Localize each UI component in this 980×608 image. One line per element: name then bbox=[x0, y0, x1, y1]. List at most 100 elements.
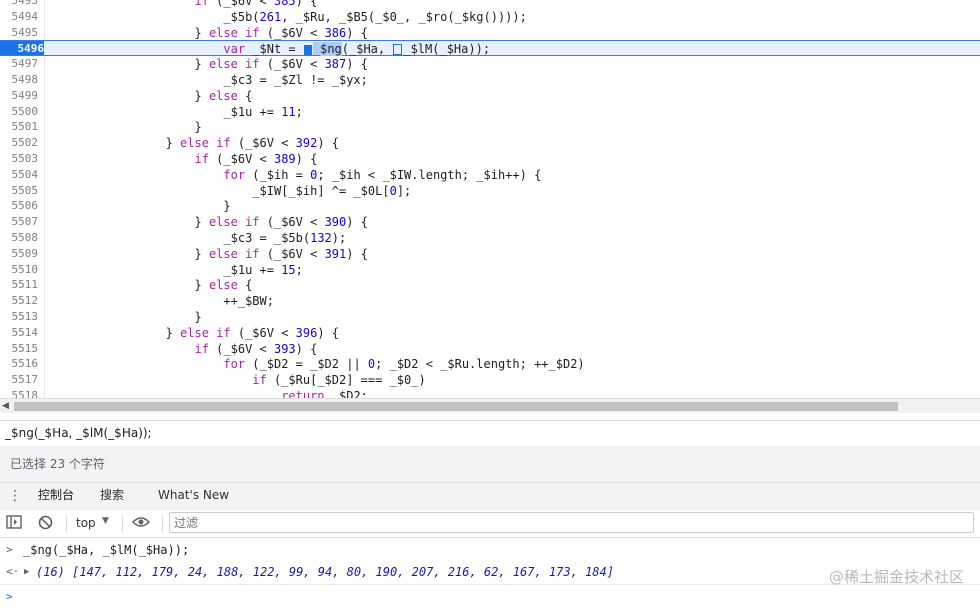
line-number[interactable]: 5510 bbox=[0, 262, 39, 278]
chevron-down-icon[interactable]: ▼ bbox=[102, 516, 109, 526]
scrollbar-thumb[interactable] bbox=[14, 402, 898, 411]
expand-triangle-icon[interactable]: ▶ bbox=[24, 561, 29, 583]
return-arrow-icon: <· bbox=[6, 565, 20, 578]
code-line[interactable]: 5513 } bbox=[0, 309, 980, 325]
code-line[interactable]: 5515 if (_$6V < 393) { bbox=[0, 340, 980, 357]
code-line[interactable]: 5508 _$c3 = _$5b(132); bbox=[0, 230, 980, 246]
code-text: } bbox=[50, 198, 230, 214]
line-number[interactable]: 5512 bbox=[0, 293, 39, 309]
code-token: } bbox=[194, 25, 209, 40]
line-number[interactable]: 5505 bbox=[0, 183, 39, 199]
line-number[interactable]: 5516 bbox=[0, 356, 39, 372]
line-number[interactable]: 5503 bbox=[0, 151, 39, 167]
code-line[interactable]: 5506 } bbox=[0, 198, 980, 215]
code-token: ]; bbox=[396, 183, 412, 198]
current-execution-line[interactable]: 5496 var _$Nt = _$ng(_$Ha, _$lM(_$Ha)); bbox=[0, 40, 980, 57]
code-line[interactable]: 5516 for (_$D2 = _$D2 || 0; _$D2 < _$Ru.… bbox=[0, 356, 980, 373]
code-line[interactable]: 5517 if (_$Ru[_$D2] === _$0_) bbox=[0, 372, 980, 389]
line-number[interactable]: 5511 bbox=[0, 277, 39, 293]
line-number[interactable]: 5498 bbox=[0, 72, 39, 88]
code-text: if (_$6V < 393) { bbox=[50, 341, 318, 357]
line-number[interactable]: 5500 bbox=[0, 104, 39, 120]
scroll-left-icon[interactable]: ◀ bbox=[2, 401, 9, 411]
filter-input[interactable]: 过滤 bbox=[169, 512, 974, 533]
line-number[interactable]: 5515 bbox=[0, 341, 39, 357]
tab-console[interactable]: 控制台 bbox=[38, 483, 75, 512]
code-token: ; bbox=[295, 262, 303, 277]
sidebar-toggle-icon[interactable] bbox=[6, 515, 22, 533]
clear-console-icon[interactable] bbox=[38, 515, 53, 534]
code-token: (_$6V < bbox=[259, 25, 325, 40]
code-text: } else if (_$6V < 391) { bbox=[50, 246, 368, 262]
line-number[interactable]: 5495 bbox=[0, 25, 39, 41]
line-number[interactable]: 5504 bbox=[0, 167, 39, 183]
keyword: for bbox=[223, 357, 246, 372]
code-line[interactable]: 5503 if (_$6V < 389) { bbox=[0, 151, 980, 167]
line-number[interactable]: 5507 bbox=[0, 214, 39, 230]
line-number[interactable]: 5514 bbox=[0, 325, 39, 341]
line-number[interactable]: 5506 bbox=[0, 198, 39, 214]
line-number[interactable]: 5497 bbox=[0, 56, 39, 72]
line-number[interactable]: 5501 bbox=[0, 119, 39, 135]
gutter-divider bbox=[44, 72, 45, 88]
code-token: (_$6V < bbox=[259, 246, 325, 261]
code-line[interactable]: 5499 } else { bbox=[0, 87, 980, 104]
code-line[interactable]: 5493 if (_$6V < 385) { bbox=[0, 0, 980, 9]
line-number[interactable]: 5494 bbox=[0, 9, 39, 25]
code-line[interactable]: 5514 } else if (_$6V < 396) { bbox=[0, 324, 980, 341]
horizontal-scrollbar[interactable]: ◀ bbox=[0, 398, 980, 413]
code-token: } bbox=[194, 120, 202, 135]
number-literal: 387 bbox=[324, 57, 347, 72]
more-vertical-icon[interactable]: ⋮ bbox=[8, 487, 22, 505]
line-number[interactable]: 5509 bbox=[0, 246, 39, 262]
inline-breakpoint-outline-icon[interactable] bbox=[393, 44, 403, 56]
code-token: ++_$BW; bbox=[223, 294, 274, 309]
line-number[interactable]: 5518 bbox=[0, 388, 39, 398]
code-line[interactable]: 5500 _$1u += 11; bbox=[0, 103, 980, 120]
line-number[interactable]: 5513 bbox=[0, 309, 39, 325]
code-line[interactable]: 5501 } bbox=[0, 119, 980, 136]
number-literal: 396 bbox=[295, 325, 318, 340]
number-literal: 0 bbox=[389, 183, 397, 198]
selected-text: _$ng bbox=[312, 42, 342, 57]
code-line[interactable]: 5494 _$5b(261, _$Ru, _$B5(_$0_, _$ro(_$k… bbox=[0, 8, 980, 25]
source-editor[interactable]: 5493 if (_$6V < 385) {5494 _$5b(261, _$R… bbox=[0, 0, 980, 398]
gutter-divider bbox=[44, 119, 45, 136]
code-line[interactable]: 5497 } else if (_$6V < 387) { bbox=[0, 56, 980, 73]
code-line[interactable]: 5518 return _$D2; bbox=[0, 388, 980, 398]
keyword: if bbox=[194, 0, 209, 8]
live-expression-icon[interactable] bbox=[131, 515, 151, 533]
line-number[interactable]: 5517 bbox=[0, 372, 39, 388]
gutter-divider bbox=[44, 309, 45, 325]
context-selector[interactable]: top bbox=[76, 515, 96, 532]
code-line[interactable]: 5509 } else if (_$6V < 391) { bbox=[0, 245, 980, 262]
code-line[interactable]: 5512 ++_$BW; bbox=[0, 293, 980, 310]
code-token: } bbox=[194, 57, 209, 72]
line-number[interactable]: 5496 bbox=[0, 41, 44, 56]
code-line[interactable]: 5510 _$1u += 15; bbox=[0, 261, 980, 278]
tab-whats-new[interactable]: What's New bbox=[158, 483, 229, 510]
code-token: _$IW[_$ih] ^= _$0L[ bbox=[252, 183, 390, 198]
keyword: return bbox=[281, 389, 325, 398]
code-line[interactable]: 5495 } else if (_$6V < 386) { bbox=[0, 24, 980, 41]
number-literal: 385 bbox=[273, 0, 296, 8]
console-prompt-line[interactable]: > bbox=[0, 586, 980, 608]
keyword: else if bbox=[208, 25, 260, 40]
code-line[interactable]: 5511 } else { bbox=[0, 277, 980, 294]
code-text: } else if (_$6V < 386) { bbox=[50, 25, 368, 41]
line-number[interactable]: 5493 bbox=[0, 0, 39, 9]
inline-breakpoint-icon[interactable] bbox=[303, 44, 312, 55]
code-text: } else if (_$6V < 387) { bbox=[50, 56, 368, 72]
code-line[interactable]: 5505 _$IW[_$ih] ^= _$0L[0]; bbox=[0, 182, 980, 199]
line-number[interactable]: 5502 bbox=[0, 135, 39, 151]
code-line[interactable]: 5498 _$c3 = _$Zl != _$yx; bbox=[0, 72, 980, 88]
code-line[interactable]: 5507 } else if (_$6V < 390) { bbox=[0, 214, 980, 231]
line-number[interactable]: 5508 bbox=[0, 230, 39, 246]
tab-search[interactable]: 搜索 bbox=[100, 483, 124, 510]
gutter-divider bbox=[44, 324, 45, 341]
line-number[interactable]: 5499 bbox=[0, 88, 39, 104]
code-line[interactable]: 5504 for (_$ih = 0; _$ih < _$IW.length; … bbox=[0, 166, 980, 183]
code-line[interactable]: 5502 } else if (_$6V < 392) { bbox=[0, 135, 980, 152]
code-token: ); bbox=[331, 231, 347, 245]
code-token: } bbox=[194, 215, 209, 230]
